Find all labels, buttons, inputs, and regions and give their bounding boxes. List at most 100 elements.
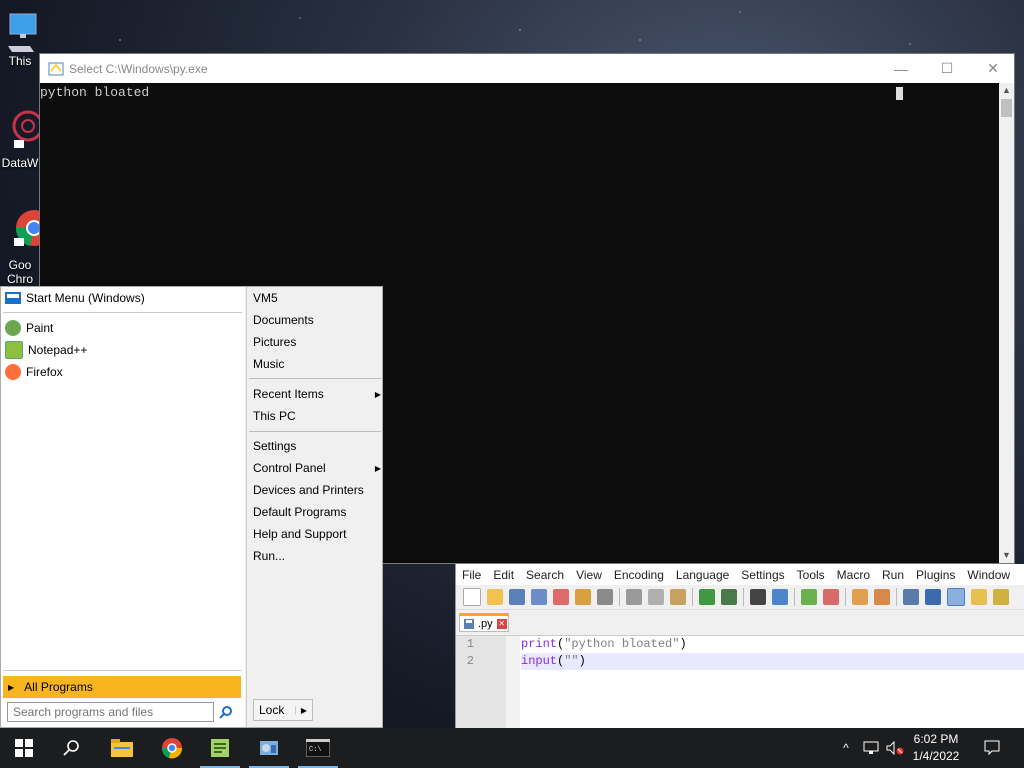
menu-encoding[interactable]: Encoding <box>608 568 670 582</box>
taskbar-console[interactable]: C:\ <box>294 728 342 768</box>
menu-window[interactable]: Window <box>961 568 1016 582</box>
taskbar-notepadpp[interactable] <box>196 728 244 768</box>
right-item-music[interactable]: Music <box>253 354 381 374</box>
redo-icon[interactable] <box>721 589 737 605</box>
paste-icon[interactable] <box>670 589 686 605</box>
menu-tools[interactable]: Tools <box>791 568 831 582</box>
save-all-icon[interactable] <box>531 589 547 605</box>
action-center-button[interactable] <box>976 728 1008 768</box>
undo-icon[interactable] <box>699 589 715 605</box>
code-area[interactable]: print("python bloated") input("") <box>521 636 1024 670</box>
all-programs-button[interactable]: ▶ All Programs <box>3 676 241 698</box>
close-file-icon[interactable] <box>553 589 569 605</box>
search-icon[interactable] <box>219 705 233 719</box>
save-icon[interactable] <box>509 589 525 605</box>
menu-macro[interactable]: Macro <box>831 568 876 582</box>
code-editor[interactable]: 1 2 print("python bloated") input("") <box>456 635 1024 728</box>
maximize-button[interactable]: ☐ <box>924 54 970 83</box>
submenu-arrow-icon: ▶ <box>374 463 381 473</box>
right-item-settings[interactable]: Settings <box>253 436 381 456</box>
menu-plugins[interactable]: Plugins <box>910 568 961 582</box>
minimize-button[interactable]: — <box>878 54 924 83</box>
show-hidden-icons-button[interactable]: ^ <box>836 728 856 768</box>
scroll-up-arrow-icon[interactable]: ▲ <box>999 83 1014 98</box>
firefox-icon <box>5 364 21 380</box>
open-file-icon[interactable] <box>487 589 503 605</box>
right-item-recent-items[interactable]: Recent Items ▶ <box>253 384 381 404</box>
right-item-control-panel[interactable]: Control Panel ▶ <box>253 458 381 478</box>
right-item-default-programs[interactable]: Default Programs <box>253 502 381 522</box>
scrollbar-thumb[interactable] <box>1001 99 1012 117</box>
right-item-documents[interactable]: Documents <box>253 310 381 330</box>
desktop-icon-chrome[interactable]: Goo Chro <box>0 206 40 286</box>
menu-file[interactable]: File <box>456 568 487 582</box>
volume-muted-icon[interactable] <box>884 728 906 768</box>
console-title: Select C:\Windows\py.exe <box>69 61 208 76</box>
desktop-icon-label-line: Chro <box>6 272 33 286</box>
taskbar-search-button[interactable] <box>48 728 96 768</box>
menu-run[interactable]: Run <box>876 568 910 582</box>
toolbar-separator <box>619 588 620 606</box>
close-tab-icon[interactable]: ✕ <box>496 618 507 629</box>
pinned-item-notepadpp[interactable]: Notepad++ <box>3 340 87 360</box>
lock-button[interactable]: Lock ▶ <box>253 699 313 721</box>
search-programs-input[interactable] <box>7 702 214 722</box>
close-button[interactable]: ✕ <box>970 54 1016 83</box>
menu-language[interactable]: Language <box>670 568 735 582</box>
zoom-out-icon[interactable] <box>823 589 839 605</box>
start-button[interactable] <box>0 728 48 768</box>
code-line-current[interactable]: input("") <box>521 653 1024 670</box>
menu-view[interactable]: View <box>570 568 608 582</box>
user-language-icon[interactable] <box>971 589 987 605</box>
sync-vertical-icon[interactable] <box>852 589 868 605</box>
desktop-icon-this-pc[interactable]: This <box>0 10 40 68</box>
scroll-down-arrow-icon[interactable]: ▼ <box>999 548 1014 563</box>
document-map-icon[interactable] <box>993 589 1009 605</box>
tab-label: .py <box>478 617 493 630</box>
lock-options-arrow-icon[interactable]: ▶ <box>295 705 312 715</box>
right-item-vm5[interactable]: VM5 <box>253 288 381 308</box>
tab-py[interactable]: .py ✕ <box>459 613 509 632</box>
copy-icon[interactable] <box>648 589 664 605</box>
menu-settings[interactable]: Settings <box>735 568 790 582</box>
close-all-icon[interactable] <box>575 589 591 605</box>
right-item-label: Run... <box>253 549 286 563</box>
right-item-help-and-support[interactable]: Help and Support <box>253 524 381 544</box>
code-line[interactable]: print("python bloated") <box>521 636 1024 653</box>
pinned-item-firefox[interactable]: Firefox <box>3 362 63 382</box>
right-item-label: Default Programs <box>253 505 347 519</box>
right-item-devices-and-printers[interactable]: Devices and Printers <box>253 480 381 500</box>
pinned-item-paint[interactable]: Paint <box>3 318 53 338</box>
new-file-icon[interactable] <box>463 588 481 606</box>
cut-icon[interactable] <box>626 589 642 605</box>
console-titlebar[interactable]: Select C:\Windows\py.exe — ☐ ✕ <box>40 54 1014 83</box>
network-icon[interactable] <box>860 728 882 768</box>
taskbar-chrome[interactable] <box>148 728 196 768</box>
console-scrollbar[interactable]: ▲ ▼ <box>999 83 1014 563</box>
notepadpp-window[interactable]: File Edit Search View Encoding Language … <box>455 564 1024 728</box>
notepadpp-toolbar <box>456 585 1024 610</box>
windows-logo-icon <box>15 739 33 757</box>
menu-search[interactable]: Search <box>520 568 570 582</box>
taskbar-file-explorer[interactable] <box>98 728 146 768</box>
print-icon[interactable] <box>597 589 613 605</box>
right-item-this-pc[interactable]: This PC <box>253 406 381 426</box>
start-menu-header[interactable]: Start Menu (Windows) <box>3 288 145 308</box>
zoom-in-icon[interactable] <box>801 589 817 605</box>
sync-horizontal-icon[interactable] <box>874 589 890 605</box>
menu-edit[interactable]: Edit <box>487 568 520 582</box>
system-clock[interactable]: 6:02 PM 1/4/2022 <box>906 731 966 765</box>
word-wrap-icon[interactable] <box>903 589 919 605</box>
start-menu[interactable]: Start Menu (Windows) Paint Notepad++ Fir… <box>0 286 383 728</box>
replace-icon[interactable] <box>772 589 788 605</box>
show-all-characters-icon[interactable] <box>925 589 941 605</box>
find-icon[interactable] <box>750 589 766 605</box>
taskbar-control-panel[interactable] <box>245 728 293 768</box>
right-item-run[interactable]: Run... <box>253 546 381 566</box>
indent-guide-icon[interactable] <box>947 588 965 606</box>
desktop-icon-datawrapper[interactable]: DataW <box>0 108 40 170</box>
chevron-up-icon: ^ <box>843 741 849 755</box>
datawrapper-icon <box>0 108 40 148</box>
right-item-pictures[interactable]: Pictures <box>253 332 381 352</box>
right-item-label: This PC <box>253 409 296 423</box>
